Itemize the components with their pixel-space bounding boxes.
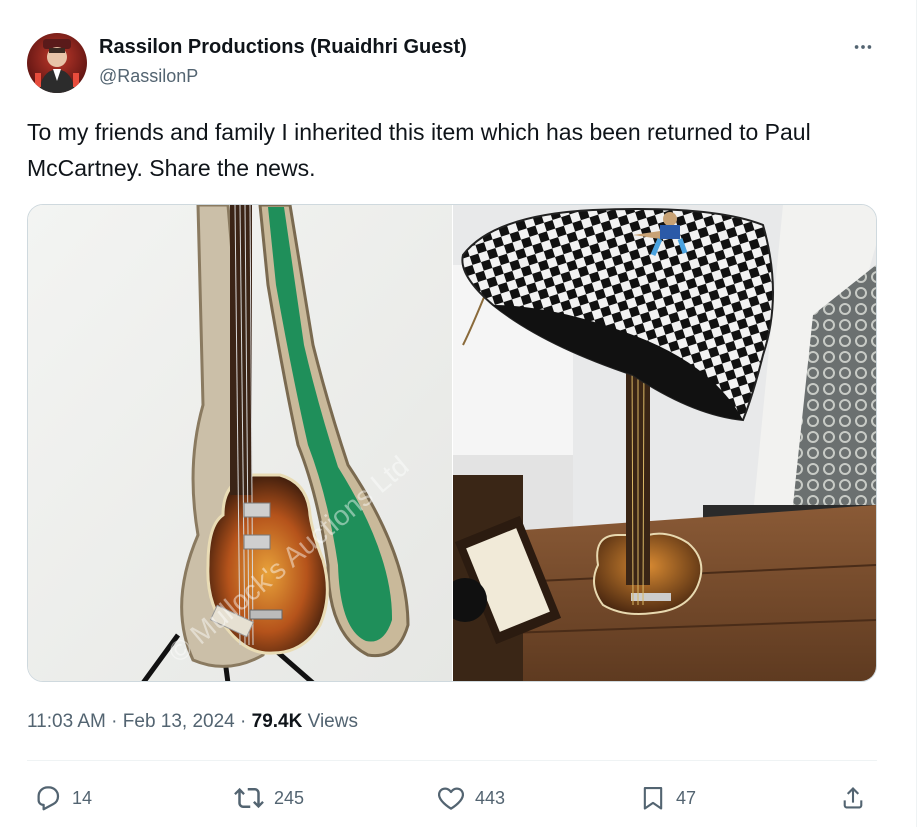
bookmark-icon (643, 787, 663, 810)
bookmark-count: 47 (676, 787, 697, 808)
reply-icon (37, 786, 60, 811)
hat-on-bass-photo (453, 205, 876, 681)
action-bar: 14 245 443 47 (27, 776, 877, 820)
user-handle[interactable]: @RassilonP (99, 64, 467, 88)
views-count: 79.4K (251, 711, 303, 732)
meta-separator: · (240, 711, 247, 732)
profile-avatar-icon (27, 33, 87, 93)
tweet-card: Rassilon Productions (Ruaidhri Guest) @R… (0, 0, 917, 827)
share-icon (843, 787, 863, 809)
like-button[interactable]: 443 (436, 776, 505, 820)
like-count: 443 (475, 787, 506, 808)
media-photo-bass-in-case[interactable]: © Mullock's Auctions Ltd (28, 205, 452, 681)
heart-icon (438, 787, 464, 810)
display-name[interactable]: Rassilon Productions (Ruaidhri Guest) (99, 34, 467, 60)
meta-separator: · (111, 711, 118, 732)
media-grid: © Mullock's Auctions Ltd (27, 204, 877, 682)
author-block: Rassilon Productions (Ruaidhri Guest) @R… (99, 34, 467, 88)
bookmark-button[interactable]: 47 (639, 776, 696, 820)
tweet-text: To my friends and family I inherited thi… (27, 119, 811, 181)
retweet-icon (234, 787, 264, 809)
ellipsis-icon (854, 45, 872, 49)
media-photo-hat-on-bass[interactable] (453, 205, 876, 681)
reply-button[interactable]: 14 (33, 776, 92, 820)
share-button[interactable] (839, 776, 867, 820)
tweet-time[interactable]: 11:03 AM (27, 711, 106, 732)
bass-in-case-photo: © Mullock's Auctions Ltd (28, 205, 452, 681)
avatar[interactable] (27, 33, 87, 93)
tweet-date[interactable]: Feb 13, 2024 (123, 711, 235, 732)
divider (27, 760, 877, 761)
more-options-button[interactable] (846, 30, 880, 64)
retweet-count: 245 (274, 787, 305, 808)
views-label: Views (307, 711, 358, 732)
tweet-meta: 11:03 AM · Feb 13, 2024 · 79.4K Views (27, 709, 358, 735)
reply-count: 14 (72, 787, 93, 808)
retweet-button[interactable]: 245 (233, 776, 304, 820)
